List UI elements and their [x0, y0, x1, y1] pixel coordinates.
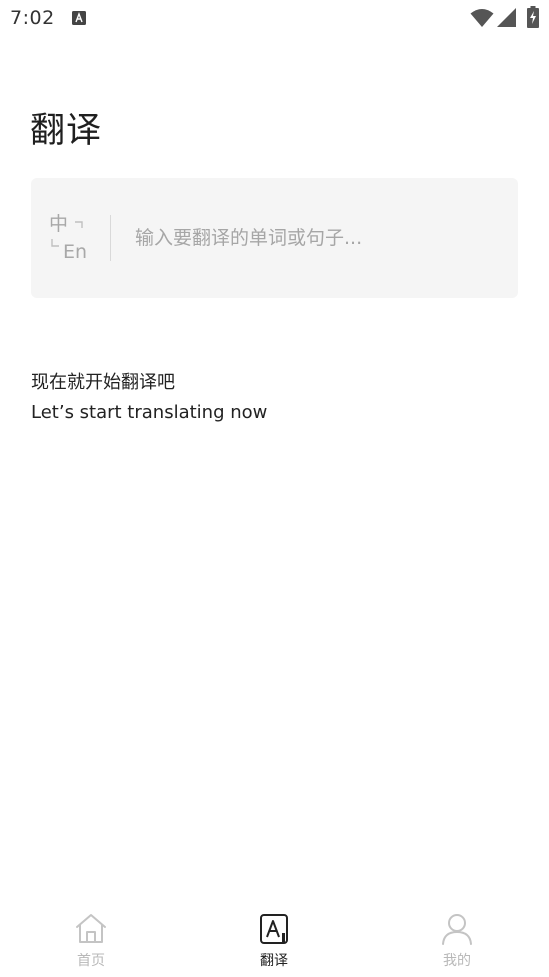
translate-screen: 7:02 翻译 中 En 现在就开始翻译吧 Let’s start tran [0, 0, 549, 977]
wifi-icon [470, 9, 494, 27]
lang-icon-top-text: 中 [49, 213, 68, 235]
nav-label-translate: 翻译 [260, 953, 288, 969]
nav-label-mine: 我的 [443, 953, 471, 969]
page-title: 翻译 [30, 111, 103, 151]
prompt-text-cn: 现在就开始翻译吧 [31, 372, 175, 393]
battery-charging-icon [527, 6, 539, 28]
app-notification-icon [72, 11, 86, 25]
nav-item-translate[interactable]: 翻译 [214, 900, 334, 977]
input-divider [110, 215, 111, 261]
bottom-nav: 首页 翻译 我的 [0, 900, 549, 977]
signal-icon [497, 8, 516, 27]
status-bar: 7:02 [0, 0, 549, 38]
translate-input[interactable] [135, 220, 495, 256]
home-icon [76, 914, 106, 943]
user-icon [442, 914, 472, 945]
nav-item-mine[interactable]: 我的 [397, 900, 517, 977]
translate-input-card[interactable]: 中 En [31, 178, 518, 298]
translate-icon [260, 914, 288, 944]
prompt-text-en: Let’s start translating now [31, 402, 268, 423]
status-time: 7:02 [10, 7, 55, 29]
lang-icon-bottom-text: En [63, 241, 87, 263]
language-switch-icon[interactable]: 中 En [49, 212, 93, 264]
nav-label-home: 首页 [77, 953, 105, 969]
nav-item-home[interactable]: 首页 [31, 900, 151, 977]
